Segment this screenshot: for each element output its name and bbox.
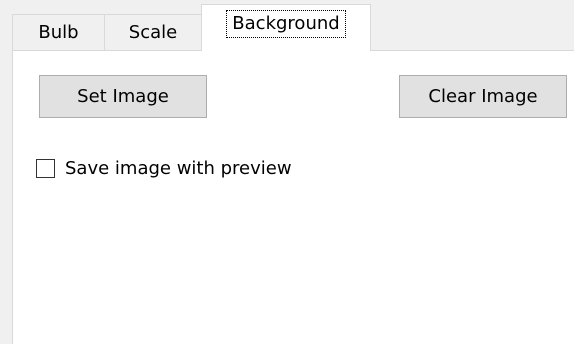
background-tab-panel: Set Image Clear Image Save image with pr…	[12, 50, 574, 344]
set-image-button[interactable]: Set Image	[39, 75, 207, 118]
set-image-button-label: Set Image	[77, 86, 169, 107]
tab-scale-label: Scale	[128, 22, 178, 43]
clear-image-button-label: Clear Image	[428, 86, 538, 107]
tab-bulb[interactable]: Bulb	[12, 14, 105, 50]
background-settings-window: Bulb Scale Background Set Image Clear Im…	[0, 0, 574, 344]
tab-scale[interactable]: Scale	[104, 14, 202, 50]
save-image-with-preview-option[interactable]: Save image with preview	[36, 155, 292, 181]
tab-background[interactable]: Background	[201, 4, 371, 51]
tab-strip: Bulb Scale Background	[12, 0, 574, 51]
clear-image-button[interactable]: Clear Image	[399, 75, 567, 118]
save-image-with-preview-checkbox[interactable]	[36, 158, 55, 178]
save-image-with-preview-label: Save image with preview	[65, 157, 292, 179]
tab-bulb-label: Bulb	[38, 22, 79, 43]
tab-background-label: Background	[226, 10, 346, 38]
